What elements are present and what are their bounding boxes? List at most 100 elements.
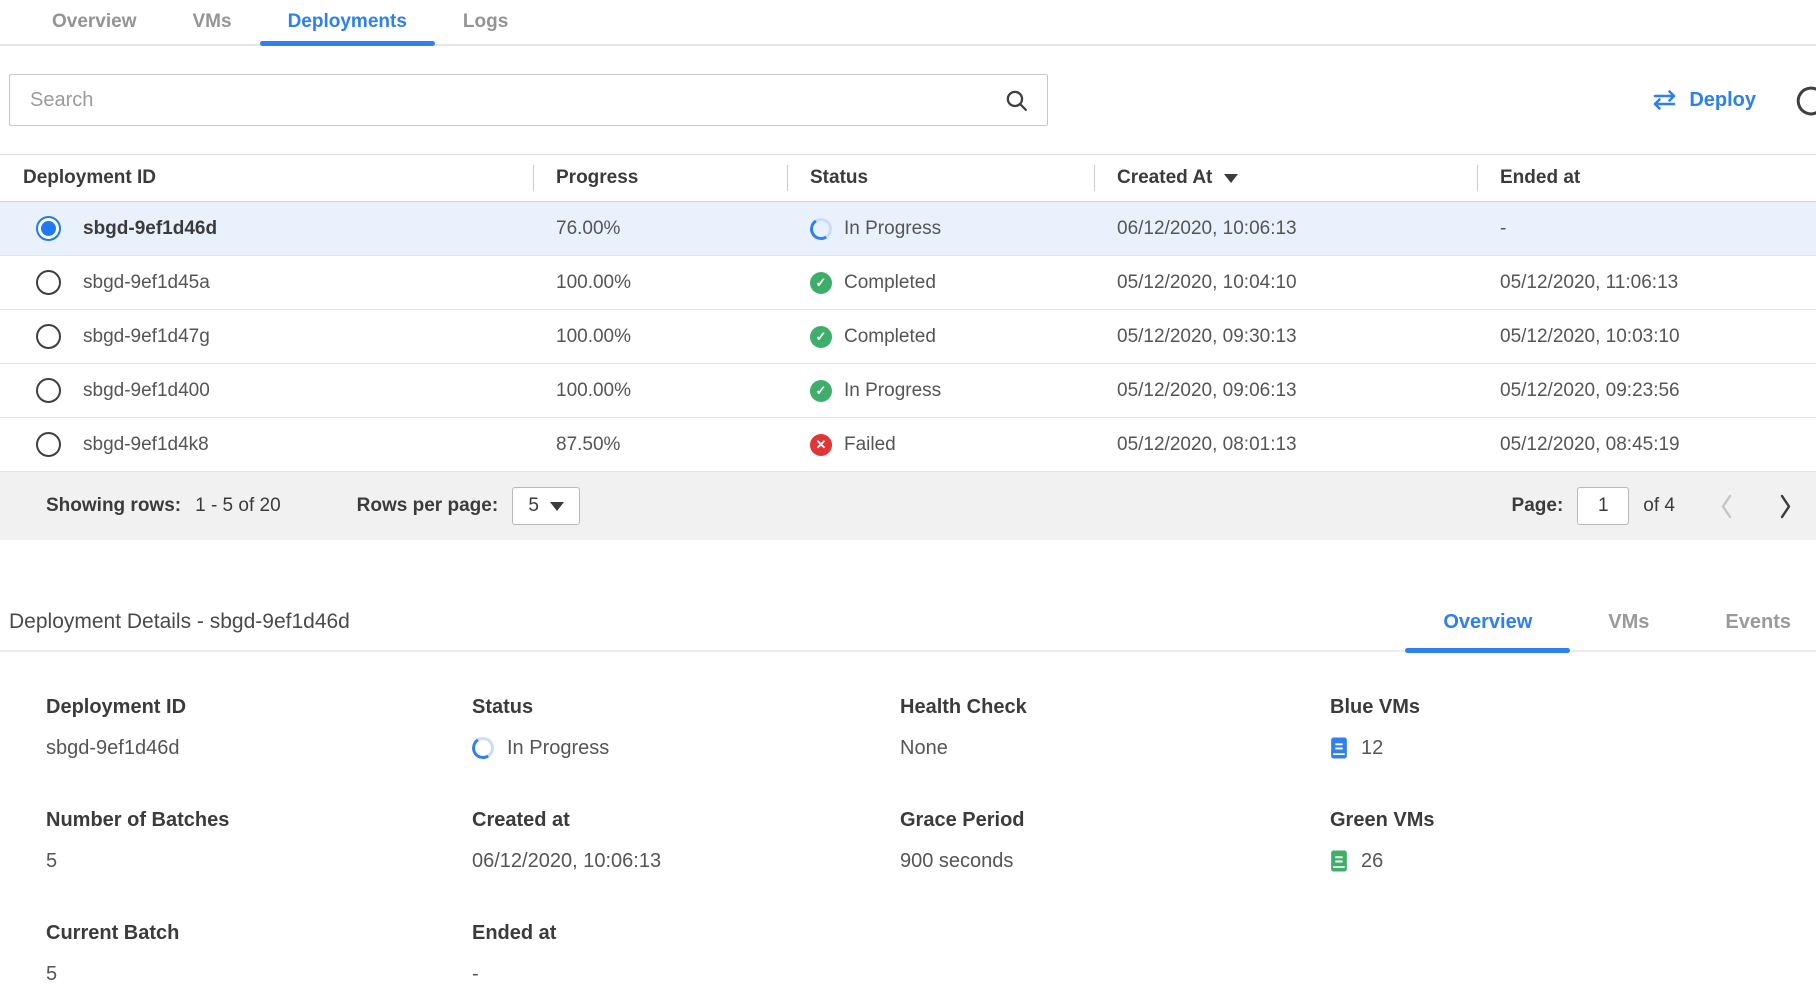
search-box bbox=[9, 74, 1048, 126]
toolbar: Deploy bbox=[0, 74, 1816, 126]
deploy-button-label: Deploy bbox=[1689, 89, 1756, 112]
status-text: Completed bbox=[844, 272, 936, 294]
detail-field-health-check: Health Check None bbox=[900, 696, 1330, 761]
previous-page-button[interactable] bbox=[1719, 493, 1734, 520]
table-row[interactable]: sbgd-9ef1d46d 76.00% In Progress 06/12/2… bbox=[0, 202, 1816, 256]
rows-per-page-select[interactable]: 5 bbox=[512, 487, 580, 525]
details-tab-overview[interactable]: Overview bbox=[1405, 593, 1570, 651]
page-of-label: of 4 bbox=[1643, 495, 1675, 517]
row-radio-button[interactable] bbox=[36, 216, 61, 241]
ended-at-value: 05/12/2020, 09:23:56 bbox=[1477, 380, 1816, 402]
page-label: Page: bbox=[1512, 495, 1564, 517]
deployment-details-section: Deployment Details - sbgd-9ef1d46d Overv… bbox=[0, 594, 1816, 987]
deployment-id: sbgd-9ef1d47g bbox=[83, 326, 210, 348]
sort-descending-icon[interactable] bbox=[1224, 174, 1238, 183]
deployment-id-value: sbgd-9ef1d46d bbox=[46, 737, 179, 760]
column-header-deployment-id[interactable]: Deployment ID bbox=[0, 155, 533, 201]
column-header-status[interactable]: Status bbox=[787, 155, 1094, 201]
ended-at-value: 05/12/2020, 10:03:10 bbox=[1477, 326, 1816, 348]
table-row[interactable]: sbgd-9ef1d47g 100.00% Completed 05/12/20… bbox=[0, 310, 1816, 364]
created-at-value: 06/12/2020, 10:06:13 bbox=[1094, 218, 1477, 240]
tab-overview[interactable]: Overview bbox=[24, 0, 165, 44]
rows-per-page-value: 5 bbox=[528, 495, 539, 517]
deployment-id: sbgd-9ef1d4k8 bbox=[83, 434, 209, 456]
tab-deployments[interactable]: Deployments bbox=[260, 0, 435, 44]
status-text: Failed bbox=[844, 434, 896, 456]
detail-field-blue-vms: Blue VMs 12 bbox=[1330, 696, 1816, 761]
green-vms-count: 26 bbox=[1361, 850, 1383, 873]
showing-rows-label: Showing rows: bbox=[46, 495, 181, 517]
detail-field-status: Status In Progress bbox=[472, 696, 900, 761]
deployments-table: Deployment ID Progress Status Created At… bbox=[0, 154, 1816, 540]
tab-label: Deployments bbox=[288, 11, 407, 33]
progress-value: 100.00% bbox=[533, 380, 787, 402]
status-value: In Progress bbox=[507, 737, 609, 760]
blue-vms-count: 12 bbox=[1361, 737, 1383, 760]
details-header: Deployment Details - sbgd-9ef1d46d Overv… bbox=[0, 594, 1816, 652]
status-text: Completed bbox=[844, 326, 936, 348]
detail-field-ended-at: Ended at - bbox=[472, 922, 900, 987]
row-radio-button[interactable] bbox=[36, 324, 61, 349]
detail-field-number-of-batches: Number of Batches 5 bbox=[46, 809, 472, 874]
status-spinner-icon bbox=[470, 735, 496, 761]
progress-value: 76.00% bbox=[533, 218, 787, 240]
showing-rows-value: 1 - 5 of 20 bbox=[195, 495, 281, 517]
grace-period-value: 900 seconds bbox=[900, 850, 1013, 873]
status-check-icon bbox=[810, 272, 832, 294]
table-footer: Showing rows: 1 - 5 of 20 Rows per page:… bbox=[0, 472, 1816, 540]
chevron-right-icon bbox=[1778, 493, 1793, 520]
blue-vm-icon bbox=[1330, 737, 1348, 759]
created-at-value: 06/12/2020, 10:06:13 bbox=[472, 850, 661, 873]
details-tab-vms[interactable]: VMs bbox=[1570, 593, 1687, 651]
page-input[interactable] bbox=[1577, 487, 1629, 525]
tab-vms[interactable]: VMs bbox=[165, 0, 260, 44]
tab-logs[interactable]: Logs bbox=[435, 0, 536, 44]
status-text: In Progress bbox=[844, 218, 941, 240]
table-row[interactable]: sbgd-9ef1d4k8 87.50% Failed 05/12/2020, … bbox=[0, 418, 1816, 472]
tab-label: VMs bbox=[193, 11, 232, 33]
progress-value: 100.00% bbox=[533, 326, 787, 348]
green-vm-icon bbox=[1330, 850, 1348, 872]
deployment-id: sbgd-9ef1d400 bbox=[83, 380, 210, 402]
table-header-row: Deployment ID Progress Status Created At… bbox=[0, 155, 1816, 202]
deployment-id: sbgd-9ef1d45a bbox=[83, 272, 210, 294]
created-at-value: 05/12/2020, 08:01:13 bbox=[1094, 434, 1477, 456]
number-of-batches-value: 5 bbox=[46, 850, 57, 873]
table-row[interactable]: sbgd-9ef1d400 100.00% In Progress 05/12/… bbox=[0, 364, 1816, 418]
created-at-value: 05/12/2020, 09:06:13 bbox=[1094, 380, 1477, 402]
created-at-value: 05/12/2020, 09:30:13 bbox=[1094, 326, 1477, 348]
column-header-created-at[interactable]: Created At bbox=[1094, 155, 1477, 201]
status-text: In Progress bbox=[844, 380, 941, 402]
detail-field-deployment-id: Deployment ID sbgd-9ef1d46d bbox=[46, 696, 472, 761]
row-radio-button[interactable] bbox=[36, 432, 61, 457]
column-header-ended-at[interactable]: Ended at bbox=[1477, 155, 1816, 201]
chevron-down-icon bbox=[550, 502, 564, 511]
next-page-button[interactable] bbox=[1778, 493, 1793, 520]
deploy-swap-icon bbox=[1651, 89, 1678, 111]
ended-at-value: - bbox=[1477, 218, 1816, 240]
detail-field-grace-period: Grace Period 900 seconds bbox=[900, 809, 1330, 874]
tab-label: Logs bbox=[463, 11, 508, 33]
details-tab-bar: Overview VMs Events bbox=[1405, 593, 1816, 651]
created-at-value: 05/12/2020, 10:04:10 bbox=[1094, 272, 1477, 294]
rows-per-page-label: Rows per page: bbox=[357, 495, 498, 517]
row-radio-button[interactable] bbox=[36, 378, 61, 403]
ended-at-value: 05/12/2020, 08:45:19 bbox=[1477, 434, 1816, 456]
detail-field-current-batch: Current Batch 5 bbox=[46, 922, 472, 987]
details-tab-events[interactable]: Events bbox=[1687, 593, 1816, 651]
chevron-left-icon bbox=[1719, 493, 1734, 520]
ended-at-value: - bbox=[472, 963, 479, 986]
search-input[interactable] bbox=[28, 88, 1004, 113]
ended-at-value: 05/12/2020, 11:06:13 bbox=[1477, 272, 1816, 294]
refresh-icon[interactable] bbox=[1793, 84, 1816, 125]
main-tab-bar: Overview VMs Deployments Logs bbox=[0, 0, 1816, 46]
row-radio-button[interactable] bbox=[36, 270, 61, 295]
health-check-value: None bbox=[900, 737, 948, 760]
search-icon bbox=[1004, 88, 1029, 113]
tab-label: Overview bbox=[52, 11, 137, 33]
table-row[interactable]: sbgd-9ef1d45a 100.00% Completed 05/12/20… bbox=[0, 256, 1816, 310]
column-header-progress[interactable]: Progress bbox=[533, 155, 787, 201]
deploy-button[interactable]: Deploy bbox=[1645, 88, 1762, 113]
progress-value: 87.50% bbox=[533, 434, 787, 456]
detail-field-green-vms: Green VMs 26 bbox=[1330, 809, 1816, 874]
